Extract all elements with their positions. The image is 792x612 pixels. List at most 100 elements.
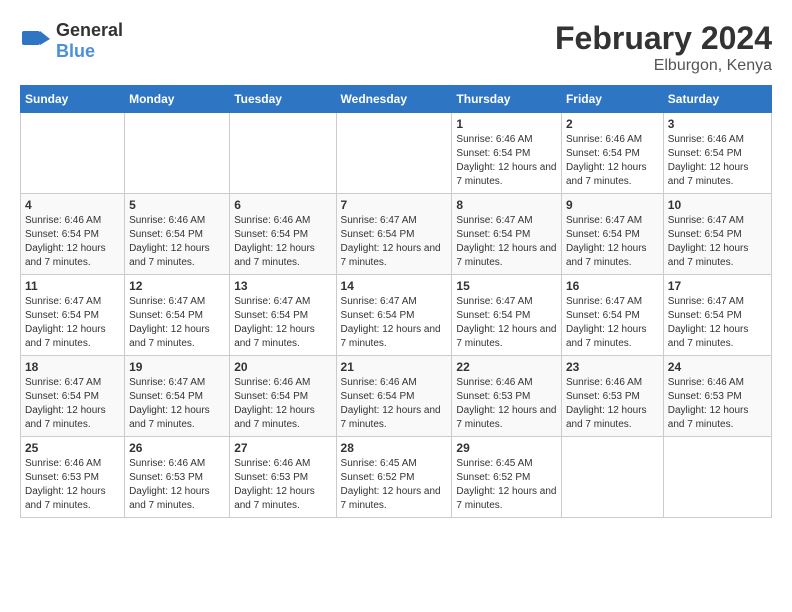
day-info: Sunrise: 6:47 AM Sunset: 6:54 PM Dayligh…	[25, 295, 120, 351]
calendar-cell	[561, 437, 663, 518]
calendar-cell: 16Sunrise: 6:47 AM Sunset: 6:54 PM Dayli…	[561, 275, 663, 356]
day-number: 10	[668, 198, 767, 212]
day-number: 23	[566, 360, 659, 374]
calendar-cell: 14Sunrise: 6:47 AM Sunset: 6:54 PM Dayli…	[336, 275, 452, 356]
day-info: Sunrise: 6:46 AM Sunset: 6:53 PM Dayligh…	[456, 376, 557, 432]
logo-blue: Blue	[56, 41, 95, 61]
day-number: 24	[668, 360, 767, 374]
day-number: 7	[341, 198, 448, 212]
header-tuesday: Tuesday	[230, 86, 336, 113]
calendar-cell: 22 Sunrise: 6:46 AM Sunset: 6:53 PM Dayli…	[452, 356, 562, 437]
day-info: Sunrise: 6:47 AM Sunset: 6:54 PM Dayligh…	[566, 214, 659, 270]
header-monday: Monday	[125, 86, 230, 113]
day-number: 29	[456, 441, 557, 455]
calendar-cell: 17 Sunrise: 6:47 AM Sunset: 6:54 PM Dayli…	[663, 275, 771, 356]
day-info: Sunrise: 6:45 AM Sunset: 6:52 PM Dayligh…	[456, 457, 557, 513]
header: General Blue February 2024 Elburgon, Ken…	[20, 20, 772, 75]
day-number: 17	[668, 279, 767, 293]
header-wednesday: Wednesday	[336, 86, 452, 113]
calendar-header-row: SundayMondayTuesdayWednesdayThursdayFrid…	[21, 86, 772, 113]
day-info: Sunrise: 6:46 AM Sunset: 6:53 PM Dayligh…	[668, 376, 767, 432]
day-number: 18	[25, 360, 120, 374]
day-number: 6	[234, 198, 331, 212]
day-number: 25	[25, 441, 120, 455]
page-subtitle: Elburgon, Kenya	[555, 57, 772, 75]
calendar-cell: 23 Sunrise: 6:46 AM Sunset: 6:53 PM Dayli…	[561, 356, 663, 437]
day-number: 14	[341, 279, 448, 293]
calendar-cell: 9 Sunrise: 6:47 AM Sunset: 6:54 PM Daylig…	[561, 194, 663, 275]
calendar-cell: 27Sunrise: 6:46 AM Sunset: 6:53 PM Dayli…	[230, 437, 336, 518]
calendar-cell: 10 Sunrise: 6:47 AM Sunset: 6:54 PM Dayli…	[663, 194, 771, 275]
day-info: Sunrise: 6:47 AM Sunset: 6:54 PM Dayligh…	[456, 214, 557, 270]
calendar-cell: 1 Sunrise: 6:46 AM Sunset: 6:54 PM Daylig…	[452, 113, 562, 194]
day-number: 8	[456, 198, 557, 212]
day-info: Sunrise: 6:46 AM Sunset: 6:54 PM Dayligh…	[566, 133, 659, 189]
day-number: 13	[234, 279, 331, 293]
calendar-cell: 15 Sunrise: 6:47 AM Sunset: 6:54 PM Dayli…	[452, 275, 562, 356]
calendar-cell: 24 Sunrise: 6:46 AM Sunset: 6:53 PM Dayli…	[663, 356, 771, 437]
calendar-cell: 13 Sunrise: 6:47 AM Sunset: 6:54 PM Dayli…	[230, 275, 336, 356]
day-number: 15	[456, 279, 557, 293]
logo-icon	[20, 23, 52, 60]
calendar-cell: 12Sunrise: 6:47 AM Sunset: 6:54 PM Dayli…	[125, 275, 230, 356]
day-info: Sunrise: 6:47 AM Sunset: 6:54 PM Dayligh…	[25, 376, 120, 432]
day-info: Sunrise: 6:46 AM Sunset: 6:53 PM Dayligh…	[566, 376, 659, 432]
day-info: Sunrise: 6:47 AM Sunset: 6:54 PM Dayligh…	[456, 295, 557, 351]
logo: General Blue	[20, 20, 123, 62]
calendar-week-4: 25 Sunrise: 6:46 AM Sunset: 6:53 PM Dayli…	[21, 437, 772, 518]
day-info: Sunrise: 6:47 AM Sunset: 6:54 PM Dayligh…	[668, 295, 767, 351]
day-number: 2	[566, 117, 659, 131]
day-number: 3	[668, 117, 767, 131]
calendar-cell	[125, 113, 230, 194]
calendar-cell: 26Sunrise: 6:46 AM Sunset: 6:53 PM Dayli…	[125, 437, 230, 518]
day-number: 28	[341, 441, 448, 455]
calendar-cell: 20 Sunrise: 6:46 AM Sunset: 6:54 PM Dayli…	[230, 356, 336, 437]
calendar-cell	[230, 113, 336, 194]
calendar-table: SundayMondayTuesdayWednesdayThursdayFrid…	[20, 85, 772, 518]
day-info: Sunrise: 6:46 AM Sunset: 6:54 PM Dayligh…	[129, 214, 225, 270]
logo-general: General	[56, 20, 123, 40]
day-info: Sunrise: 6:47 AM Sunset: 6:54 PM Dayligh…	[668, 214, 767, 270]
day-number: 19	[129, 360, 225, 374]
calendar-cell: 2 Sunrise: 6:46 AM Sunset: 6:54 PM Daylig…	[561, 113, 663, 194]
calendar-week-2: 11Sunrise: 6:47 AM Sunset: 6:54 PM Dayli…	[21, 275, 772, 356]
calendar-cell: 7 Sunrise: 6:47 AM Sunset: 6:54 PM Daylig…	[336, 194, 452, 275]
calendar-cell: 8 Sunrise: 6:47 AM Sunset: 6:54 PM Daylig…	[452, 194, 562, 275]
day-number: 1	[456, 117, 557, 131]
title-area: February 2024 Elburgon, Kenya	[555, 20, 772, 75]
header-friday: Friday	[561, 86, 663, 113]
logo-text: General Blue	[56, 20, 123, 62]
calendar-cell: 28 Sunrise: 6:45 AM Sunset: 6:52 PM Dayli…	[336, 437, 452, 518]
day-info: Sunrise: 6:47 AM Sunset: 6:54 PM Dayligh…	[341, 214, 448, 270]
day-number: 12	[129, 279, 225, 293]
day-info: Sunrise: 6:46 AM Sunset: 6:54 PM Dayligh…	[234, 214, 331, 270]
calendar-cell: 6 Sunrise: 6:46 AM Sunset: 6:54 PM Daylig…	[230, 194, 336, 275]
day-number: 26	[129, 441, 225, 455]
day-info: Sunrise: 6:46 AM Sunset: 6:54 PM Dayligh…	[456, 133, 557, 189]
day-info: Sunrise: 6:45 AM Sunset: 6:52 PM Dayligh…	[341, 457, 448, 513]
calendar-cell	[21, 113, 125, 194]
calendar-cell: 21 Sunrise: 6:46 AM Sunset: 6:54 PM Dayli…	[336, 356, 452, 437]
day-number: 27	[234, 441, 331, 455]
calendar-cell	[663, 437, 771, 518]
day-info: Sunrise: 6:46 AM Sunset: 6:53 PM Dayligh…	[25, 457, 120, 513]
day-number: 9	[566, 198, 659, 212]
calendar-cell: 11Sunrise: 6:47 AM Sunset: 6:54 PM Dayli…	[21, 275, 125, 356]
day-number: 4	[25, 198, 120, 212]
calendar-cell: 3 Sunrise: 6:46 AM Sunset: 6:54 PM Daylig…	[663, 113, 771, 194]
calendar-cell: 29 Sunrise: 6:45 AM Sunset: 6:52 PM Dayli…	[452, 437, 562, 518]
calendar-cell: 19 Sunrise: 6:47 AM Sunset: 6:54 PM Dayli…	[125, 356, 230, 437]
day-info: Sunrise: 6:47 AM Sunset: 6:54 PM Dayligh…	[234, 295, 331, 351]
page-title: February 2024	[555, 20, 772, 57]
day-info: Sunrise: 6:46 AM Sunset: 6:54 PM Dayligh…	[234, 376, 331, 432]
day-info: Sunrise: 6:47 AM Sunset: 6:54 PM Dayligh…	[129, 376, 225, 432]
day-number: 20	[234, 360, 331, 374]
calendar-cell: 4Sunrise: 6:46 AM Sunset: 6:54 PM Daylig…	[21, 194, 125, 275]
day-number: 22	[456, 360, 557, 374]
day-info: Sunrise: 6:46 AM Sunset: 6:54 PM Dayligh…	[341, 376, 448, 432]
day-number: 21	[341, 360, 448, 374]
header-thursday: Thursday	[452, 86, 562, 113]
day-info: Sunrise: 6:46 AM Sunset: 6:54 PM Dayligh…	[668, 133, 767, 189]
day-number: 5	[129, 198, 225, 212]
calendar-cell	[336, 113, 452, 194]
